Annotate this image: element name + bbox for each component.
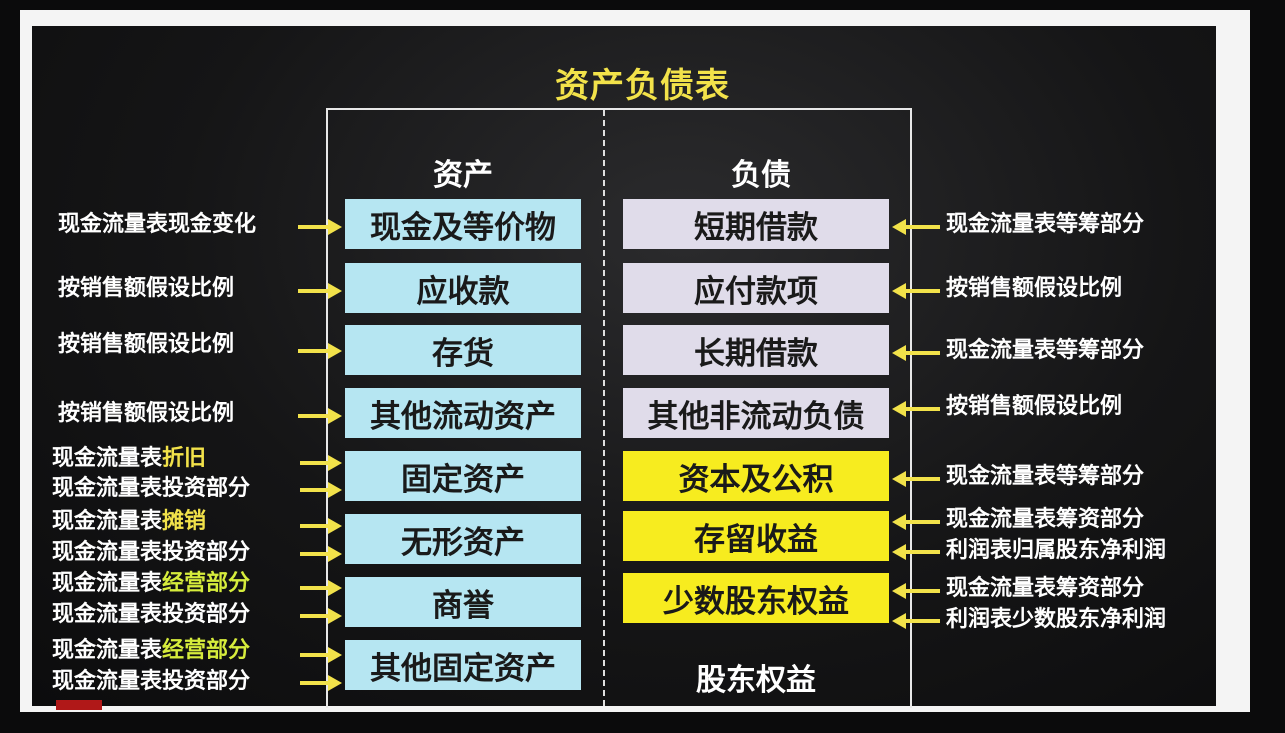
arrow-right-icon — [300, 647, 342, 663]
arrow-right-icon — [300, 455, 342, 471]
equity-retained-earnings: 存留收益 — [623, 511, 889, 561]
equity-capital-reserves: 资本及公积 — [623, 451, 889, 501]
equity-header: 股东权益 — [696, 663, 816, 698]
asset-other-fixed: 其他固定资产 — [345, 640, 581, 690]
asset-source-label: 现金流量表摊销 — [52, 509, 207, 534]
diagram-title: 资产负债表 — [555, 66, 730, 106]
liability-other-noncurrent: 其他非流动负债 — [623, 388, 889, 438]
asset-source-label: 按销售额假设比例 — [58, 276, 235, 301]
equity-source-label: 现金流量表等筹部分 — [946, 464, 1145, 489]
assets-header: 资产 — [433, 158, 493, 193]
arrow-right-icon — [300, 518, 342, 534]
equity-source-label: 现金流量表筹资部分 — [946, 507, 1145, 532]
liability-source-label: 现金流量表等筹部分 — [946, 212, 1145, 237]
asset-inventory: 存货 — [345, 325, 581, 375]
asset-goodwill: 商誉 — [345, 577, 581, 627]
liability-short-term-loans: 短期借款 — [623, 199, 889, 249]
liability-payables: 应付款项 — [623, 263, 889, 313]
arrow-right-icon — [300, 608, 342, 624]
asset-source-label: 现金流量表投资部分 — [52, 540, 251, 565]
liability-source-label: 现金流量表等筹部分 — [946, 338, 1145, 363]
red-corner-mark — [56, 700, 102, 710]
asset-cash: 现金及等价物 — [345, 199, 581, 249]
arrow-left-icon — [892, 471, 940, 487]
highlight-text: 经营部分 — [162, 638, 251, 663]
arrow-right-icon — [298, 283, 342, 299]
asset-other-current: 其他流动资产 — [345, 388, 581, 438]
asset-intangible: 无形资产 — [345, 514, 581, 564]
asset-receivables: 应收款 — [345, 263, 581, 313]
arrow-right-icon — [298, 219, 342, 235]
arrow-right-icon — [300, 546, 342, 562]
arrow-left-icon — [892, 544, 940, 560]
highlight-text: 经营部分 — [162, 571, 251, 596]
asset-source-label: 按销售额假设比例 — [58, 332, 235, 357]
asset-source-label: 现金流量表投资部分 — [52, 476, 251, 501]
asset-source-label: 现金流量表投资部分 — [52, 669, 251, 694]
asset-source-label: 现金流量表现金变化 — [58, 212, 257, 237]
equity-source-label: 利润表归属股东净利润 — [946, 538, 1167, 563]
highlight-text: 摊销 — [162, 509, 207, 534]
liabilities-header: 负债 — [731, 158, 791, 193]
arrow-right-icon — [300, 482, 342, 498]
equity-minority-interest: 少数股东权益 — [623, 573, 889, 623]
arrow-left-icon — [892, 283, 940, 299]
asset-source-label: 按销售额假设比例 — [58, 401, 235, 426]
arrow-left-icon — [892, 219, 940, 235]
arrow-left-icon — [892, 401, 940, 417]
arrow-left-icon — [892, 345, 940, 361]
asset-fixed: 固定资产 — [345, 451, 581, 501]
arrow-left-icon — [892, 613, 940, 629]
center-divider — [603, 110, 605, 706]
liability-source-label: 按销售额假设比例 — [946, 276, 1123, 301]
asset-source-label: 现金流量表折旧 — [52, 446, 207, 471]
arrow-left-icon — [892, 514, 940, 530]
liability-long-term-loans: 长期借款 — [623, 325, 889, 375]
liability-source-label: 按销售额假设比例 — [946, 394, 1123, 419]
highlight-text: 折旧 — [162, 446, 207, 471]
arrow-right-icon — [300, 675, 342, 691]
asset-source-label: 现金流量表经营部分 — [52, 638, 251, 663]
arrow-right-icon — [298, 343, 342, 359]
arrow-right-icon — [298, 408, 342, 424]
arrow-left-icon — [892, 583, 940, 599]
equity-source-label: 现金流量表筹资部分 — [946, 576, 1145, 601]
asset-source-label: 现金流量表投资部分 — [52, 602, 251, 627]
arrow-right-icon — [300, 580, 342, 596]
asset-source-label: 现金流量表经营部分 — [52, 571, 251, 596]
equity-source-label: 利润表少数股东净利润 — [946, 607, 1167, 632]
